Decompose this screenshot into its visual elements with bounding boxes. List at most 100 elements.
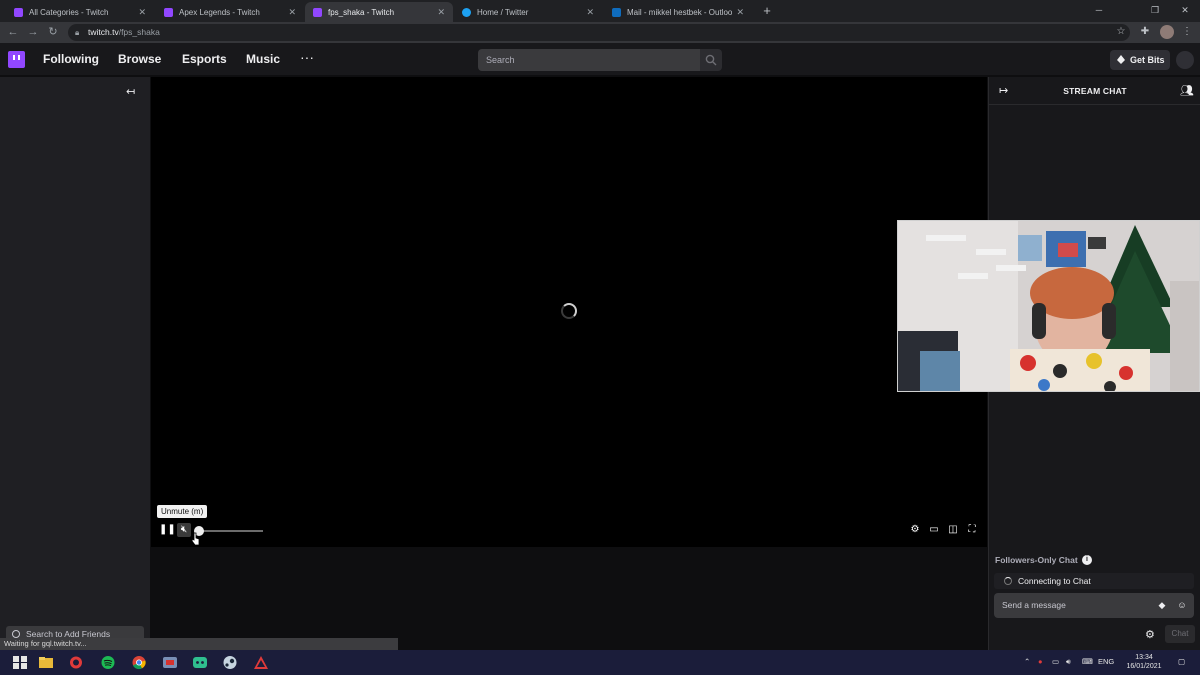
close-icon[interactable]: ✕	[138, 7, 146, 18]
mini-player-icon[interactable]: ▭	[927, 523, 941, 537]
get-bits-button[interactable]: Get Bits	[1110, 50, 1170, 70]
tab-title: fps_shaka - Twitch	[328, 7, 395, 17]
close-icon[interactable]: ✕	[586, 7, 594, 18]
bookmark-star-icon[interactable]: ☆	[1114, 25, 1128, 39]
url-domain: twitch.tv	[88, 27, 119, 37]
mouse-pointer-icon	[191, 532, 200, 546]
bits-icon[interactable]: ◆	[1156, 599, 1168, 611]
video-player[interactable]: Unmute (m) ❚❚ 🔇︎ ⚙ ▭ ◫ ⛶	[151, 77, 987, 547]
opera-gx-icon[interactable]	[68, 655, 84, 670]
left-sidebar: ↤ Search to Add Friends	[0, 77, 150, 650]
volume-slider[interactable]	[199, 530, 263, 532]
connecting-status: Connecting to Chat	[994, 573, 1194, 589]
tab-title: All Categories - Twitch	[29, 7, 109, 17]
nav-music[interactable]: Music	[246, 52, 280, 66]
chat-settings-icon[interactable]: ⚙	[1145, 628, 1155, 641]
menu-icon[interactable]: ⋮	[1180, 25, 1194, 39]
browser-tab-apex-legends[interactable]: Apex Legends - Twitch ✕	[156, 2, 304, 22]
minimize-button[interactable]: ─	[1084, 0, 1114, 20]
extensions-icon[interactable]: ✚	[1138, 25, 1152, 39]
connecting-spinner-icon	[1004, 577, 1012, 585]
browser-tab-strip: All Categories - Twitch ✕ Apex Legends -…	[0, 0, 1200, 22]
browser-toolbar: ← → ↻ 🔒︎ twitch.tv/fps_shaka ☆ ✚ ⋮	[0, 22, 1200, 43]
show-hidden-icons[interactable]: ⌃	[1024, 657, 1030, 666]
notifications-icon[interactable]: ▢	[1178, 657, 1185, 666]
outlook-icon	[612, 7, 621, 17]
followers-only-label: Followers-Only Chat	[995, 555, 1078, 565]
discord-icon[interactable]	[192, 655, 208, 670]
snipping-tool-icon[interactable]	[162, 655, 178, 670]
keyboard-icon[interactable]: ⌨	[1082, 657, 1093, 666]
tab-title: Home / Twitter	[477, 7, 529, 17]
user-avatar[interactable]	[1176, 51, 1194, 69]
reload-button[interactable]: ↻	[46, 25, 60, 39]
chat-send-button[interactable]: Chat	[1165, 625, 1195, 643]
twitch-icon	[14, 7, 23, 17]
volume-icon[interactable]: 🔊︎	[1066, 657, 1071, 667]
fullscreen-icon[interactable]: ⛶	[965, 523, 979, 537]
community-users-icon[interactable]: 👥︎	[1180, 84, 1194, 97]
nav-esports[interactable]: Esports	[182, 52, 227, 66]
nav-browse[interactable]: Browse	[118, 52, 161, 66]
chat-header: ↦ STREAM CHAT 👥︎	[989, 77, 1200, 105]
clock-date: 16/01/2021	[1126, 663, 1162, 670]
loading-spinner-icon	[561, 303, 577, 319]
search-icon	[12, 630, 20, 638]
pause-button[interactable]: ❚❚	[159, 523, 176, 537]
emote-picker-icon[interactable]: ☺	[1176, 599, 1188, 611]
file-explorer-icon[interactable]	[38, 655, 54, 670]
webcam-image	[898, 221, 1199, 391]
url-path: /fps_shaka	[118, 27, 160, 37]
search-input[interactable]: Search	[478, 49, 700, 71]
twitter-icon	[462, 7, 471, 17]
browser-tab-outlook[interactable]: Mail - mikkel hestbek - Outlook ✕	[604, 2, 752, 22]
steam-icon[interactable]	[222, 655, 238, 670]
language-indicator[interactable]: ENG	[1098, 657, 1114, 666]
anydesk-icon[interactable]	[253, 655, 269, 670]
clock-time: 13:34	[1135, 654, 1153, 661]
close-window-button[interactable]: ✕	[1170, 0, 1200, 20]
tab-title: Mail - mikkel hestbek - Outlook	[627, 7, 733, 17]
bits-gem-icon	[1117, 55, 1125, 64]
windows-start-icon[interactable]	[12, 655, 28, 670]
info-icon[interactable]: i	[1082, 555, 1092, 565]
mute-button[interactable]: 🔇︎	[177, 523, 191, 537]
browser-tab-fps-shaka[interactable]: fps_shaka - Twitch ✕	[305, 2, 453, 22]
spotify-icon[interactable]	[100, 655, 116, 670]
address-bar[interactable]: 🔒︎ twitch.tv/fps_shaka	[68, 24, 1130, 41]
browser-status-bar: Waiting for gql.twitch.tv...	[0, 638, 398, 650]
channel-info-area	[151, 547, 987, 650]
theatre-mode-icon[interactable]: ◫	[946, 523, 960, 537]
close-icon[interactable]: ✕	[288, 7, 296, 18]
back-button[interactable]: ←	[6, 25, 20, 39]
browser-tab-twitter[interactable]: Home / Twitter ✕	[454, 2, 602, 22]
network-icon[interactable]: ▭	[1052, 657, 1059, 666]
screen: All Categories - Twitch ✕ Apex Legends -…	[0, 0, 1200, 675]
windows-taskbar: ⌃ ● ▭ 🔊︎ ⌨ ENG 13:34 16/01/2021 ▢	[0, 650, 1200, 675]
search-button[interactable]	[700, 49, 722, 71]
chat-title: STREAM CHAT	[1063, 86, 1127, 96]
twitch-icon	[313, 7, 322, 17]
system-clock[interactable]: 13:34 16/01/2021	[1122, 653, 1166, 671]
browser-tab-all-categories[interactable]: All Categories - Twitch ✕	[6, 2, 154, 22]
chrome-icon[interactable]	[131, 655, 147, 670]
nav-following[interactable]: Following	[43, 52, 99, 66]
forward-button[interactable]: →	[26, 25, 40, 39]
settings-gear-icon[interactable]: ⚙	[908, 523, 922, 537]
chat-input-placeholder: Send a message	[1002, 600, 1066, 610]
new-tab-button[interactable]: +	[760, 2, 774, 20]
profile-avatar[interactable]	[1160, 25, 1174, 39]
unmute-tooltip: Unmute (m)	[157, 505, 208, 518]
get-bits-label: Get Bits	[1130, 55, 1165, 65]
close-icon[interactable]: ✕	[437, 7, 445, 18]
restore-button[interactable]: ❐	[1140, 0, 1170, 20]
lock-icon: 🔒︎	[75, 28, 80, 37]
twitch-logo-icon[interactable]	[8, 51, 25, 68]
chat-message-input[interactable]: Send a message ◆ ☺	[994, 593, 1194, 618]
tab-title: Apex Legends - Twitch	[179, 7, 260, 17]
close-icon[interactable]: ✕	[736, 7, 744, 18]
connecting-label: Connecting to Chat	[1018, 576, 1091, 586]
more-menu-icon[interactable]: ···	[300, 49, 314, 65]
collapse-sidebar-icon[interactable]: ↤	[126, 85, 135, 98]
tray-app-icon[interactable]: ●	[1038, 657, 1043, 666]
